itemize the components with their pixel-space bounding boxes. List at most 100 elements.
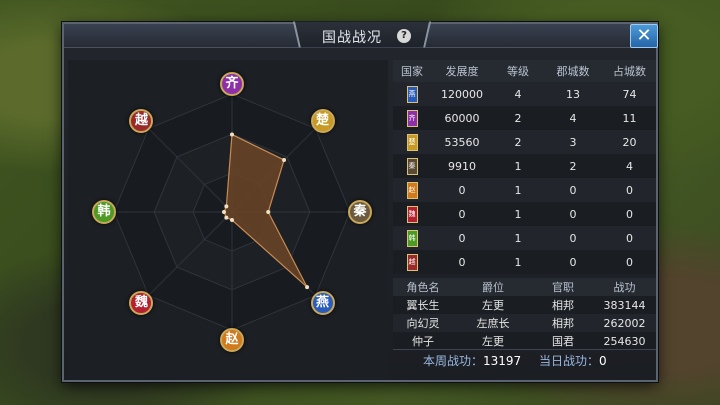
nation-flag-icon: 赵 [406, 181, 418, 199]
nation-level: 2 [514, 135, 522, 149]
nation-level: 1 [514, 207, 522, 221]
kingdom-medal-icon[interactable]: 燕 [310, 290, 335, 315]
nation-flag-cell: 韩 [393, 229, 431, 247]
role-merit: 383144 [603, 298, 646, 312]
roles-table-header: 角色名 爵位 官职 战功 [393, 278, 656, 296]
role-row[interactable]: 翼长生 左更 相邦 383144 [393, 296, 656, 314]
nation-occupied: 74 [622, 87, 637, 101]
header-rank: 爵位 [482, 281, 504, 294]
header-level: 等级 [507, 65, 529, 78]
weekly-merit-label: 本周战功： [423, 354, 484, 368]
role-office: 国君 [552, 335, 574, 348]
help-icon[interactable]: ? [397, 29, 411, 43]
nation-row: 赵 0 1 0 0 [393, 178, 656, 202]
kingdom-medal-icon[interactable]: 秦 [348, 200, 372, 224]
role-rank: 左更 [482, 299, 504, 312]
kingdom-medal-icon[interactable]: 魏 [129, 290, 154, 315]
role-rank: 左庶长 [476, 317, 510, 330]
role-row[interactable]: 向幻灵 左庶长 相邦 262002 [393, 314, 656, 332]
nation-row: 燕 120000 4 13 74 [393, 82, 656, 106]
role-rank: 左更 [482, 335, 504, 348]
nation-row: 越 0 1 0 0 [393, 250, 656, 274]
kingdom-radar-chart: 齐楚秦燕赵魏韩越 [68, 60, 388, 378]
role-name: 翼长生 [406, 299, 440, 312]
roles-table-body: 翼长生 左更 相邦 383144 向幻灵 左庶长 相邦 262002 仲子 左更 国君 254630 [393, 296, 656, 350]
nation-dev: 60000 [444, 111, 480, 125]
kingdom-medal-icon[interactable]: 韩 [92, 200, 116, 224]
nation-row: 齐 60000 2 4 11 [393, 106, 656, 130]
nation-row: 韩 0 1 0 0 [393, 226, 656, 250]
header-nation: 国家 [401, 65, 423, 78]
nation-cities: 0 [569, 183, 577, 197]
nation-cities: 0 [569, 207, 577, 221]
role-merit: 254630 [603, 334, 646, 348]
header-occupied-count: 占城数 [613, 65, 646, 78]
merit-summary: 本周战功：13197 当日战功：0 [393, 349, 656, 371]
role-name: 仲子 [412, 335, 434, 348]
nation-dev: 0 [458, 231, 466, 245]
nation-flag-icon: 魏 [406, 205, 418, 223]
nation-occupied: 11 [622, 111, 637, 125]
weekly-merit-value: 13197 [483, 354, 522, 368]
nation-row: 秦 9910 1 2 4 [393, 154, 656, 178]
nation-cities: 0 [569, 255, 577, 269]
war-status-window: 国战战况 ? ✕ 齐楚秦燕赵魏韩越 国家 发展度 等级 郡城数 占城数 燕 120… [62, 21, 658, 382]
kingdom-medal-icon[interactable]: 楚 [310, 109, 335, 134]
nations-table-header: 国家 发展度 等级 郡城数 占城数 [393, 60, 656, 82]
header-office: 官职 [552, 281, 574, 294]
nation-occupied: 0 [626, 183, 633, 197]
nation-level: 1 [514, 231, 522, 245]
kingdom-medal-icon[interactable]: 赵 [220, 328, 244, 352]
nation-dev: 0 [458, 183, 466, 197]
window-title: 国战战况 [322, 30, 382, 46]
nation-flag-icon: 秦 [406, 157, 418, 175]
nation-dev: 53560 [444, 135, 480, 149]
role-merit: 262002 [603, 316, 646, 330]
weekly-merit: 本周战功：13197 [423, 350, 521, 372]
radar-vertex-dot [224, 215, 229, 220]
nation-level: 1 [514, 183, 522, 197]
nation-level: 1 [514, 159, 522, 173]
right-panel: 国家 发展度 等级 郡城数 占城数 燕 120000 4 13 74 齐 60000 2 4 11… [393, 60, 656, 350]
close-button[interactable]: ✕ [630, 24, 658, 48]
nation-cities: 3 [569, 135, 577, 149]
radar-vertex-dot [305, 285, 310, 290]
nation-occupied: 0 [626, 231, 633, 245]
nation-cities: 4 [569, 111, 577, 125]
header-role-name: 角色名 [406, 281, 440, 294]
nation-flag-icon: 齐 [406, 109, 418, 127]
nation-cities: 13 [566, 87, 580, 101]
nation-flag-cell: 楚 [393, 133, 431, 151]
nations-table-body: 燕 120000 4 13 74 齐 60000 2 4 11 楚 53560 2 3 20 秦 9910 1 2 4… [393, 82, 656, 274]
nation-flag-cell: 齐 [393, 109, 431, 127]
nation-flag-cell: 燕 [393, 85, 431, 103]
header-merit: 战功 [613, 281, 636, 294]
radar-vertex-dot [224, 204, 229, 209]
header-commandery-count: 郡城数 [556, 65, 590, 78]
daily-merit-value: 0 [599, 354, 607, 368]
nation-dev: 120000 [441, 87, 483, 101]
daily-merit-label: 当日战功： [539, 354, 600, 368]
role-office: 相邦 [552, 299, 574, 312]
role-office: 相邦 [552, 317, 574, 330]
nation-level: 4 [514, 87, 522, 101]
header-development: 发展度 [445, 65, 479, 78]
daily-merit: 当日战功：0 [539, 350, 607, 372]
nation-row: 魏 0 1 0 0 [393, 202, 656, 226]
nation-flag-icon: 燕 [406, 85, 418, 103]
role-name: 向幻灵 [406, 317, 440, 330]
nation-occupied: 0 [626, 255, 633, 269]
nation-dev: 9910 [448, 159, 476, 173]
kingdom-medal-icon[interactable]: 齐 [220, 72, 244, 96]
radar-vertex-dot [282, 157, 287, 162]
nation-flag-cell: 秦 [393, 157, 431, 175]
nation-occupied: 4 [626, 159, 633, 173]
role-row[interactable]: 仲子 左更 国君 254630 [393, 332, 656, 350]
nation-level: 1 [514, 255, 522, 269]
nation-flag-icon: 韩 [406, 229, 418, 247]
nation-occupied: 0 [626, 207, 633, 221]
nation-level: 2 [514, 111, 522, 125]
nation-dev: 0 [458, 207, 466, 221]
nation-flag-cell: 赵 [393, 181, 431, 199]
nation-dev: 0 [458, 255, 466, 269]
